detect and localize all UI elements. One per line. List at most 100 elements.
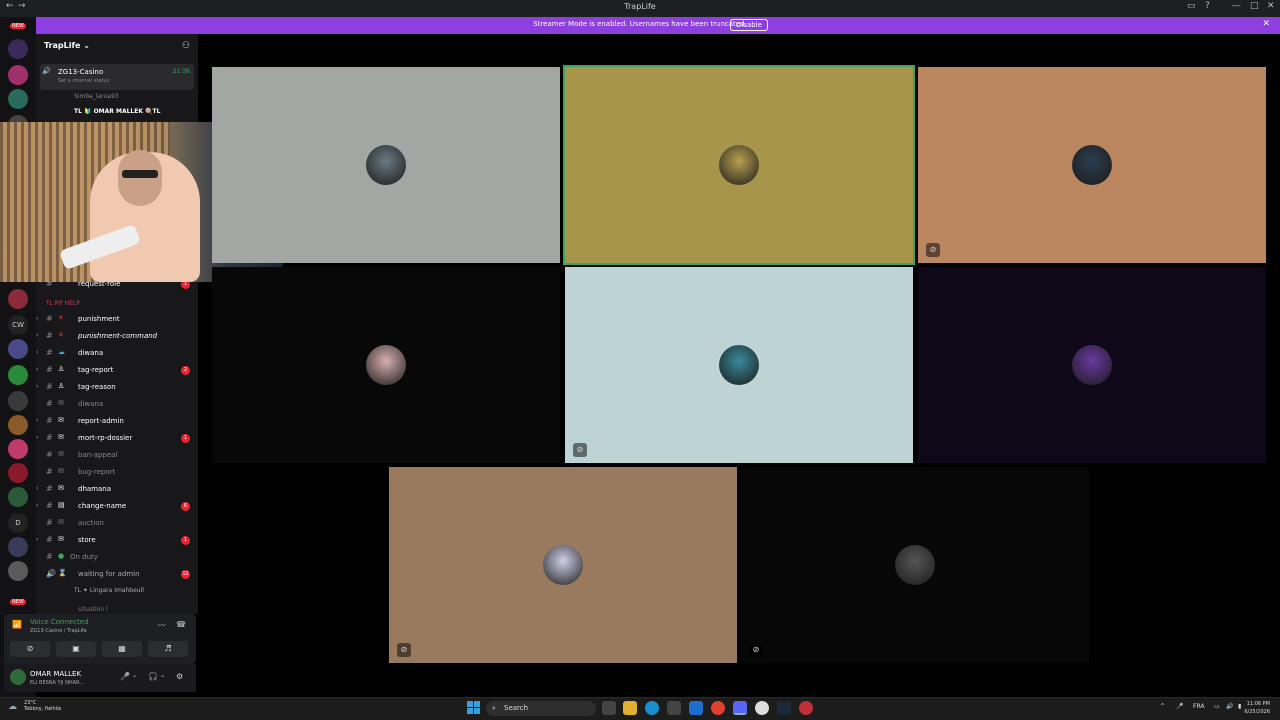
settings-gear-icon[interactable]: ⚙ <box>176 672 183 681</box>
avatar[interactable] <box>10 669 26 685</box>
channel-item-partial[interactable]: situation l <box>78 606 108 613</box>
streamer-head <box>118 150 162 206</box>
close-icon[interactable]: ✕ <box>1267 1 1275 11</box>
channel-item[interactable]: › # ✉ store 1 <box>36 533 198 549</box>
participant-tile[interactable]: ⊘ <box>565 267 913 463</box>
channel-item[interactable]: › # ✉ mort-rp-dossier 1 <box>36 431 198 447</box>
language-indicator[interactable]: FRA <box>1193 703 1204 710</box>
server-icon[interactable] <box>8 89 28 109</box>
screen-share-button[interactable]: ▣ <box>56 641 96 657</box>
channel-item[interactable]: › # ✕ punishment <box>36 312 198 328</box>
channel-status[interactable]: Set a channel status <box>58 78 109 84</box>
chevron-down-icon[interactable]: ⌄ <box>160 672 165 679</box>
participant-tile[interactable]: ⊘ <box>389 467 737 663</box>
task-view-icon[interactable] <box>602 701 616 715</box>
voice-channel-item[interactable]: 🔊 ⌛ waiting for admin 12 <box>36 567 198 583</box>
weather-widget[interactable]: 23°C Tebbny, fielhös <box>24 700 61 712</box>
participant-tile[interactable] <box>918 267 1266 463</box>
channel-item[interactable]: › # ▤ change-name 6 <box>36 499 198 515</box>
voice-connected-label[interactable]: Voice Connected <box>30 618 89 626</box>
participant-tile[interactable] <box>212 67 560 263</box>
participant-tile[interactable]: ⊘ <box>741 467 1089 663</box>
voice-member[interactable]: Simba_larua93 <box>74 93 119 100</box>
participant-tile[interactable]: ⊘ <box>918 67 1266 263</box>
server-icon-cw[interactable]: CW <box>8 315 28 335</box>
camera-off-icon: ⊘ <box>749 643 763 657</box>
network-icon[interactable]: ▭ <box>1214 703 1220 710</box>
server-icon[interactable] <box>8 289 28 309</box>
soundboard-button[interactable]: ♬ <box>148 641 188 657</box>
inbox-icon[interactable]: ▭ <box>1187 1 1196 11</box>
server-icon[interactable] <box>8 391 28 411</box>
noise-suppression-icon[interactable]: 〰 <box>158 620 166 631</box>
chevron-right-icon: › <box>36 349 39 356</box>
user-count-badge: 12 <box>181 570 190 579</box>
server-name-header[interactable]: TrapLife ⌄ <box>44 41 90 50</box>
server-icon[interactable] <box>8 463 28 483</box>
maximize-icon[interactable]: □ <box>1250 1 1259 11</box>
channel-item[interactable]: # ✉ auction <box>36 516 198 532</box>
server-icon-d[interactable]: D <box>8 513 28 533</box>
channel-item[interactable]: # ✉ bug-report <box>36 465 198 481</box>
server-icon[interactable] <box>8 65 28 85</box>
channel-item[interactable]: # ✉ ban-appeal <box>36 448 198 464</box>
help-icon[interactable]: ? <box>1205 1 1210 11</box>
voice-member[interactable]: TL ✦ Lingara Imahbeull <box>74 587 144 594</box>
voice-path[interactable]: ZG13-Casino / TrapLife <box>30 628 87 634</box>
volume-icon[interactable]: 🔊 <box>1226 703 1233 710</box>
tray-chevron-icon[interactable]: ^ <box>1160 703 1165 710</box>
edge-icon[interactable] <box>645 701 659 715</box>
voice-member[interactable]: TL 🔰 OMAR MALLEK 🍭TL <box>74 108 160 115</box>
channel-item[interactable]: › # ♙ tag-reason <box>36 380 198 396</box>
mail-app-icon[interactable] <box>689 701 703 715</box>
category-header[interactable]: TL RP HELP <box>46 300 80 307</box>
channel-item[interactable]: › # ✉ report-admin <box>36 414 198 430</box>
server-icon[interactable] <box>8 39 28 59</box>
microphone-icon[interactable]: 🎤 <box>120 672 130 681</box>
clock[interactable]: 11:06 PM 6/25/2026 <box>1244 700 1270 716</box>
server-icon[interactable] <box>8 537 28 557</box>
channel-item[interactable]: # ✉ diwana <box>36 397 198 413</box>
server-icon[interactable] <box>8 339 28 359</box>
battery-icon[interactable]: ▮ <box>1238 703 1241 710</box>
add-member-icon[interactable]: ⚇ <box>182 41 190 51</box>
participant-tile[interactable] <box>212 267 560 463</box>
search-label: Search <box>504 704 529 712</box>
camera-off-button[interactable]: ⊘ <box>10 641 50 657</box>
chevron-down-icon[interactable]: ⌄ <box>132 672 137 679</box>
app-icon[interactable] <box>755 701 769 715</box>
file-explorer-icon[interactable] <box>623 701 637 715</box>
windows-start-icon[interactable] <box>467 701 480 714</box>
mic-tray-icon[interactable]: 🎤 <box>1176 703 1183 710</box>
channel-item[interactable]: › # ♙ tag-report 2 <box>36 363 198 379</box>
server-icon[interactable] <box>8 561 28 581</box>
voice-connection-panel: 📶 Voice Connected ZG13-Casino / TrapLife… <box>4 614 196 664</box>
participant-tile[interactable] <box>563 65 915 265</box>
weather-icon[interactable]: ☁ <box>8 702 17 712</box>
username[interactable]: OMAR MALLEK <box>30 670 81 678</box>
search-box[interactable]: ⌕ Search <box>486 701 596 716</box>
minimize-icon[interactable]: — <box>1232 1 1241 11</box>
channel-item[interactable]: › # ✕ punishment-command <box>36 329 198 345</box>
signal-icon[interactable]: 📶 <box>12 620 22 629</box>
disconnect-icon[interactable]: ☎ <box>176 620 186 629</box>
headphones-icon[interactable]: 🎧 <box>148 672 158 681</box>
server-icon[interactable] <box>8 365 28 385</box>
sunglasses <box>122 170 158 178</box>
channel-item[interactable]: › # ✉ dhamana <box>36 482 198 498</box>
discord-icon[interactable] <box>733 701 747 715</box>
voice-channel[interactable]: 🔊 ZG13-Casino 21:36 Set a channel status <box>40 64 194 90</box>
disable-button[interactable]: Disable <box>730 19 768 31</box>
server-icon[interactable] <box>8 415 28 435</box>
server-icon[interactable] <box>8 439 28 459</box>
store-icon[interactable] <box>667 701 681 715</box>
voice-channel-time: 21:36 <box>172 68 190 75</box>
channel-item[interactable]: › # ☁ diwana <box>36 346 198 362</box>
app-icon[interactable] <box>799 701 813 715</box>
server-icon[interactable] <box>8 487 28 507</box>
banner-close-icon[interactable]: ✕ <box>1262 19 1270 29</box>
activities-button[interactable]: ▦ <box>102 641 142 657</box>
steam-icon[interactable] <box>777 701 791 715</box>
chrome-icon[interactable] <box>711 701 725 715</box>
channel-item[interactable]: # ● On duty <box>36 550 198 566</box>
